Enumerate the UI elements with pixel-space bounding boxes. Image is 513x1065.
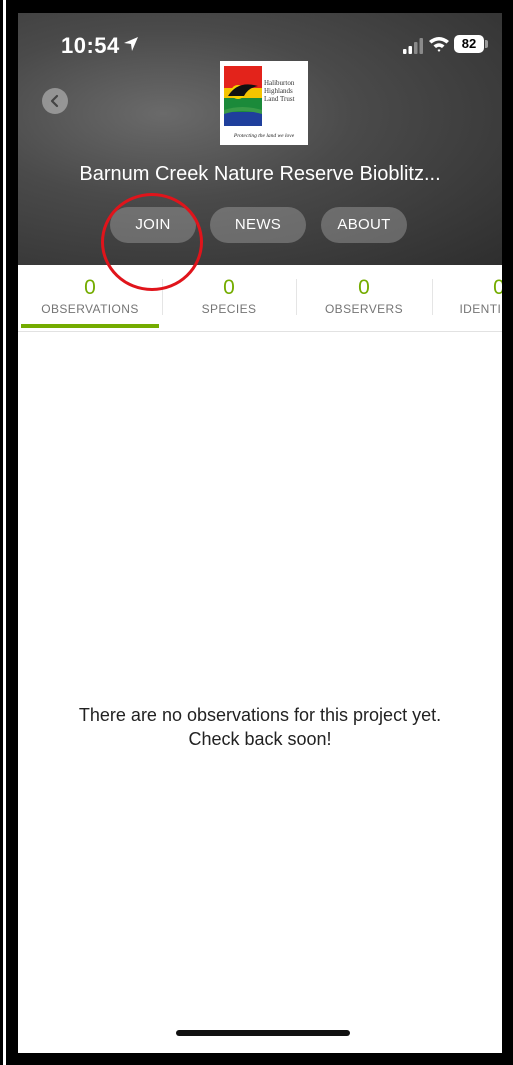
land-trust-emblem-icon xyxy=(224,66,262,126)
tab-observers[interactable]: 0 OBSERVERS xyxy=(296,265,432,329)
cellular-signal-icon xyxy=(403,38,423,54)
annotation-circle xyxy=(101,193,203,291)
phone-screen: 10:54 82 Haliburton Highlands Land Trust… xyxy=(18,13,502,1053)
identifiers-label: IDENTIFIERS xyxy=(459,302,502,316)
logo-tagline: Protecting the land we love xyxy=(233,133,295,139)
about-button[interactable]: ABOUT xyxy=(321,207,407,243)
tab-identifiers[interactable]: 0 IDENTIFIERS xyxy=(432,265,502,329)
empty-state-message: There are no observations for this proje… xyxy=(18,703,502,751)
news-button[interactable]: NEWS xyxy=(210,207,306,243)
back-button[interactable] xyxy=(42,88,68,114)
project-title: Barnum Creek Nature Reserve Bioblitz... xyxy=(79,163,441,185)
species-label: SPECIES xyxy=(201,302,257,316)
project-header: 10:54 82 Haliburton Highlands Land Trust… xyxy=(18,13,502,265)
wifi-icon xyxy=(429,37,449,52)
status-bar: 10:54 82 xyxy=(18,13,502,63)
project-logo: Haliburton Highlands Land Trust Protecti… xyxy=(220,61,308,145)
battery-icon: 82 xyxy=(454,35,484,53)
observations-label: OBSERVATIONS xyxy=(41,302,139,316)
identifiers-count: 0 xyxy=(493,276,502,299)
empty-state-line-2: Check back soon! xyxy=(188,729,332,749)
observers-count: 0 xyxy=(358,276,370,299)
logo-wordmark: Haliburton Highlands Land Trust xyxy=(264,79,295,103)
logo-line-1: Haliburton xyxy=(264,79,295,87)
status-time: 10:54 xyxy=(61,33,120,58)
battery-tip xyxy=(485,40,488,48)
active-tab-indicator xyxy=(21,324,159,328)
frame-edge xyxy=(0,0,9,1065)
home-indicator[interactable] xyxy=(176,1030,350,1036)
logo-line-2: Highlands xyxy=(264,87,293,95)
empty-state-line-1: There are no observations for this proje… xyxy=(78,705,442,725)
location-arrow-icon xyxy=(124,37,138,51)
stats-tabs: 0 OBSERVATIONS 0 SPECIES 0 OBSERVERS 0 I… xyxy=(18,265,502,332)
chevron-left-icon xyxy=(50,94,59,108)
observers-label: OBSERVERS xyxy=(324,302,404,316)
logo-line-3: Land Trust xyxy=(264,95,295,103)
